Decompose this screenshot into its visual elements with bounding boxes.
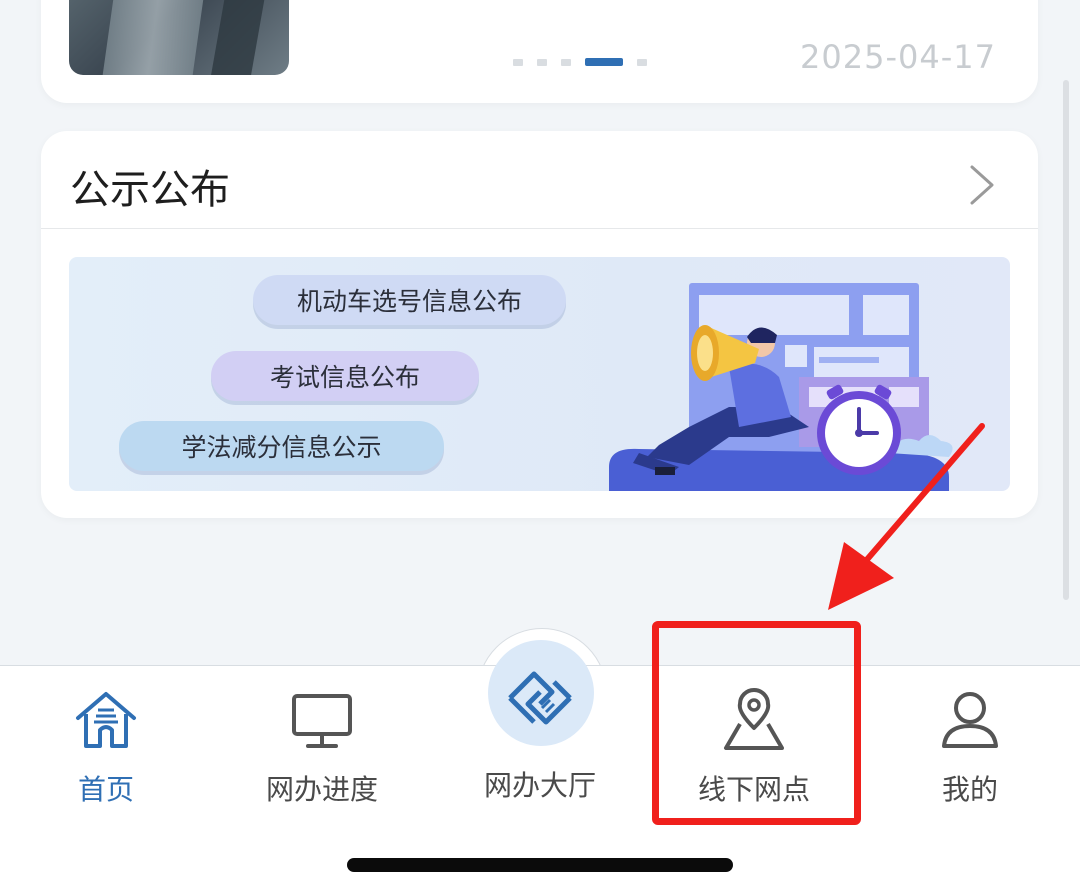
news-thumbnail[interactable] <box>69 0 289 75</box>
tab-label: 我的 <box>941 773 998 806</box>
user-icon <box>942 692 998 748</box>
tab-label: 首页 <box>77 773 134 806</box>
tab-progress[interactable]: 网办进度 <box>232 680 412 810</box>
notice-pill-exam-info[interactable]: 考试信息公布 <box>211 351 479 401</box>
tab-home[interactable]: 首页 <box>16 680 196 810</box>
news-card[interactable]: 2025-04-17 <box>41 0 1038 103</box>
monitor-icon <box>292 694 352 748</box>
home-icon <box>76 692 136 748</box>
tab-label: 网办大厅 <box>483 769 596 802</box>
handshake-icon <box>508 671 572 725</box>
carousel-dot <box>513 58 523 66</box>
tab-label: 网办进度 <box>265 773 378 806</box>
tab-mine[interactable]: 我的 <box>880 680 1060 810</box>
home-indicator[interactable] <box>347 858 733 872</box>
section-title: 公示公布 <box>70 167 230 213</box>
tab-online-hall[interactable]: 网办大厅 <box>450 671 630 810</box>
carousel-indicator <box>513 58 647 66</box>
carousel-dot <box>537 58 547 66</box>
carousel-dot-active <box>585 58 623 66</box>
scrollbar[interactable] <box>1063 80 1069 600</box>
annotation-arrow-icon <box>828 423 985 610</box>
carousel-dot <box>561 58 571 66</box>
chevron-right-icon[interactable] <box>966 163 998 207</box>
notice-pill-vehicle-number[interactable]: 机动车选号信息公布 <box>253 275 566 325</box>
carousel-dot <box>637 58 647 66</box>
notice-pill-study-deduction[interactable]: 学法减分信息公示 <box>119 421 444 471</box>
annotation-highlight-box <box>652 621 861 825</box>
news-date: 2025-04-17 <box>800 38 996 76</box>
divider <box>41 228 1038 229</box>
